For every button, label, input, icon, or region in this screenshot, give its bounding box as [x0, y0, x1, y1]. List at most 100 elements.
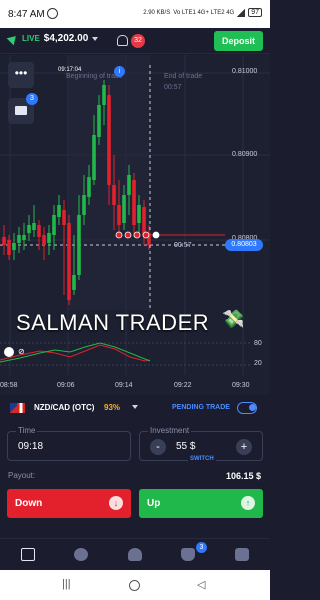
current-price-badge: 0.80803 — [225, 239, 263, 251]
candle-body — [117, 205, 121, 225]
candle-body — [57, 205, 61, 217]
candle-body — [17, 235, 21, 243]
candle-body — [82, 195, 86, 215]
candle-body — [112, 185, 116, 205]
time-tick: 09:22 — [174, 382, 192, 389]
chart-canvas — [0, 55, 270, 375]
candle-body — [102, 85, 106, 105]
portfolio-button[interactable]: 3 — [8, 93, 38, 124]
trophy-tab-icon[interactable] — [181, 548, 195, 561]
up-button[interactable]: Up ↑ — [139, 489, 263, 518]
investment-field[interactable]: Investment - 55 $ + SWITCH — [139, 426, 263, 462]
info-icon[interactable]: i — [114, 66, 125, 77]
payout-value: 106.15 $ — [226, 471, 262, 481]
back-icon[interactable]: ◁ — [197, 578, 205, 591]
bottom-nav: 3 — [0, 538, 270, 570]
price-level: 0.81000 — [232, 68, 258, 75]
candle-body — [12, 243, 16, 250]
down-button[interactable]: Down ↓ — [7, 489, 131, 518]
chevron-down-icon — [92, 36, 99, 41]
pending-trade-toggle[interactable] — [237, 402, 257, 414]
live-arrow-icon — [6, 32, 20, 45]
candle-body — [7, 240, 11, 255]
notification-badge: 32 — [131, 34, 145, 48]
up-label: Up — [147, 498, 161, 509]
signal-icon — [237, 8, 246, 17]
bell-icon[interactable] — [117, 35, 128, 46]
portfolio-badge: 3 — [26, 93, 38, 105]
time-field-label: Time — [16, 426, 38, 435]
candle-body — [97, 105, 101, 137]
candle-body — [67, 223, 71, 300]
indicator-hide-icon[interactable]: ⊘ — [18, 347, 25, 356]
time-field[interactable]: Time 09:18 — [7, 426, 131, 461]
time-tick: 09:30 — [232, 382, 250, 389]
briefcase-icon — [15, 106, 27, 115]
arrow-up-icon: ↑ — [241, 496, 255, 510]
deposit-button[interactable]: Deposit — [214, 31, 263, 51]
candle-body — [132, 180, 136, 225]
asset-row: NZD/CAD (OTC) 93% PENDING TRADE — [0, 398, 270, 420]
battery-level: 97 — [248, 8, 262, 17]
candle-body — [62, 210, 66, 225]
price-chart[interactable]: 09:17:04 Beginning of trade i End of tra… — [0, 55, 270, 395]
time-value: 09:18 — [18, 441, 44, 452]
oscillator-level: 20 — [254, 360, 262, 367]
candle-body — [52, 215, 56, 235]
countdown-label: 00:57 — [174, 242, 192, 249]
price-level: 0.80900 — [232, 151, 258, 158]
asset-selector[interactable]: NZD/CAD (OTC) — [34, 403, 94, 412]
status-time: 8:47 AM — [8, 9, 45, 20]
candle-body — [47, 233, 51, 243]
arrow-down-icon: ↓ — [109, 496, 123, 510]
switch-button[interactable]: SWITCH — [188, 456, 216, 462]
time-tick: 09:14 — [115, 382, 133, 389]
candle-body — [32, 223, 36, 230]
recents-icon[interactable]: ||| — [62, 578, 71, 590]
time-tick: 09:06 — [57, 382, 75, 389]
candle-body — [77, 215, 81, 275]
app-header: LIVE $4,202.00 32 Deposit — [0, 28, 270, 54]
indicator-toggle-icon[interactable] — [4, 347, 14, 357]
candle-body — [42, 235, 46, 245]
candle-body — [107, 95, 111, 185]
money-icon: 💸 — [222, 309, 245, 329]
profile-tab-icon[interactable] — [128, 548, 142, 561]
candle-body — [92, 135, 96, 180]
status-bar: 8:47 AM 2.90 KB/S Vo LTE1 4G+ LTE2 4G 97 — [0, 0, 270, 28]
candle-body — [137, 205, 141, 223]
payout-label: Payout: — [8, 471, 36, 480]
chart-tab-icon[interactable] — [21, 548, 35, 561]
pending-trade-label: PENDING TRADE — [172, 404, 230, 411]
ca-flag-icon — [17, 403, 25, 413]
down-label: Down — [15, 498, 43, 509]
oscillator-level: 80 — [254, 340, 262, 347]
payout-percent: 93% — [104, 403, 121, 412]
investment-value: 55 $ — [176, 441, 196, 452]
decrease-investment-button[interactable]: - — [150, 439, 166, 455]
candle-body — [122, 195, 126, 223]
system-nav-bar: ||| ◁ — [0, 570, 270, 600]
watermark-text: SALMAN TRADER — [16, 310, 210, 335]
candle-body — [27, 225, 31, 233]
account-selector[interactable]: LIVE $4,202.00 — [6, 32, 99, 45]
network-indicators: Vo LTE1 4G+ LTE2 4G — [173, 9, 235, 16]
more-tab-icon[interactable] — [235, 548, 249, 561]
candle-body — [2, 237, 6, 245]
candle-body — [22, 235, 26, 240]
live-label: LIVE — [22, 34, 40, 43]
candle-body — [127, 175, 131, 195]
home-icon[interactable] — [129, 580, 140, 591]
network-speed: 2.90 KB/S — [143, 9, 171, 16]
status-indicators: 2.90 KB/S Vo LTE1 4G+ LTE2 4G 97 — [143, 8, 262, 17]
investment-field-label: Investment — [148, 426, 192, 435]
balance: $4,202.00 — [43, 33, 89, 44]
increase-investment-button[interactable]: + — [236, 439, 252, 455]
help-tab-icon[interactable] — [74, 548, 88, 561]
candle-body — [37, 225, 41, 237]
end-time-label: 00:57 — [164, 84, 182, 91]
toggle-knob — [249, 404, 256, 411]
chart-menu-button[interactable]: ••• — [8, 62, 34, 88]
candle-body — [72, 275, 76, 290]
chevron-down-icon[interactable] — [132, 405, 138, 409]
